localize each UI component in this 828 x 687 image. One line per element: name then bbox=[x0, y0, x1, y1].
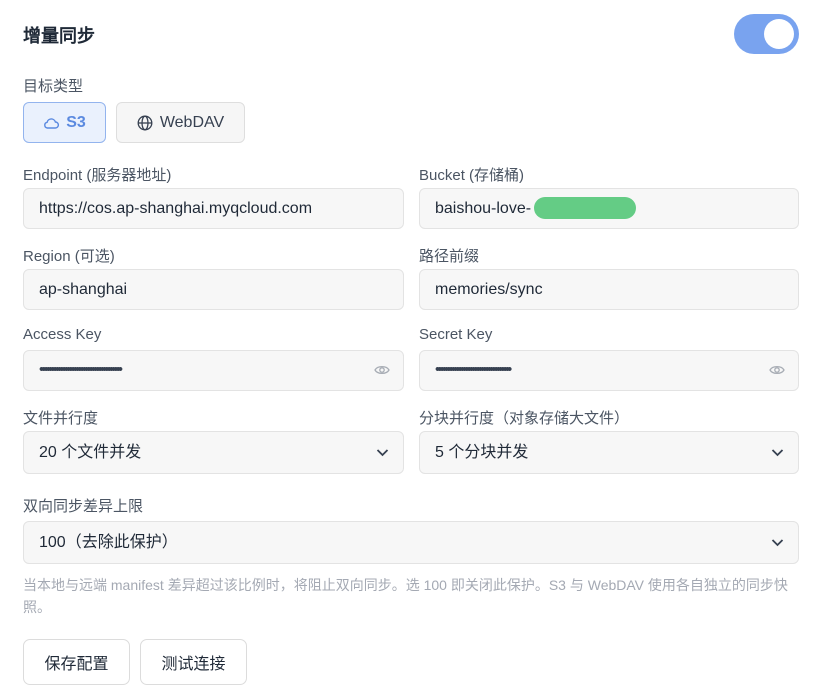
chevron-down-icon bbox=[771, 446, 784, 464]
bucket-input[interactable]: baishou-love- bbox=[419, 188, 799, 229]
endpoint-value: https://cos.ap-shanghai.myqcloud.com bbox=[39, 200, 313, 217]
chunk-concurrency-select[interactable]: 5 个分块并发 bbox=[419, 431, 799, 474]
chevron-down-icon bbox=[376, 446, 389, 464]
access-key-value: •••••••••••••••••••••••••••••••••••• bbox=[39, 361, 123, 378]
target-s3-button[interactable]: S3 bbox=[23, 102, 106, 143]
chunk-concurrency-label: 分块并行度（对象存储大文件） bbox=[419, 410, 630, 427]
target-webdav-button[interactable]: WebDAV bbox=[116, 102, 245, 143]
diff-limit-value: 100（去除此保护） bbox=[39, 534, 178, 551]
bucket-value: baishou-love- bbox=[435, 200, 532, 217]
diff-limit-label: 双向同步差异上限 bbox=[23, 498, 144, 515]
target-s3-label: S3 bbox=[66, 113, 86, 131]
section-title: 增量同步 bbox=[23, 26, 95, 46]
chunk-concurrency-value: 5 个分块并发 bbox=[435, 444, 529, 461]
secret-key-value: ••••••••••••••••••••••••••••••••• bbox=[435, 361, 512, 378]
access-key-input[interactable]: •••••••••••••••••••••••••••••••••••• bbox=[23, 350, 404, 391]
target-webdav-label: WebDAV bbox=[159, 113, 225, 131]
endpoint-label: Endpoint (服务器地址) bbox=[23, 167, 172, 184]
prefix-label: 路径前缀 bbox=[419, 248, 480, 265]
secret-key-input[interactable]: ••••••••••••••••••••••••••••••••• bbox=[419, 350, 799, 391]
toggle-knob bbox=[764, 19, 794, 49]
prefix-value: memories/sync bbox=[435, 281, 543, 298]
globe-icon bbox=[137, 115, 153, 131]
cloud-icon bbox=[43, 117, 60, 129]
file-concurrency-select[interactable]: 20 个文件并发 bbox=[23, 431, 404, 474]
access-key-label: Access Key bbox=[23, 326, 102, 343]
sync-toggle[interactable] bbox=[734, 14, 799, 54]
save-config-button[interactable]: 保存配置 bbox=[23, 639, 130, 685]
eye-icon[interactable] bbox=[769, 363, 785, 382]
bucket-label: Bucket (存储桶) bbox=[419, 167, 525, 184]
target-type-label: 目标类型 bbox=[23, 78, 84, 95]
region-value: ap-shanghai bbox=[39, 281, 128, 298]
file-concurrency-value: 20 个文件并发 bbox=[39, 444, 142, 461]
chevron-down-icon bbox=[771, 536, 784, 554]
region-input[interactable]: ap-shanghai bbox=[23, 269, 404, 310]
eye-icon[interactable] bbox=[374, 363, 390, 382]
prefix-input[interactable]: memories/sync bbox=[419, 269, 799, 310]
redaction-mark bbox=[534, 197, 636, 219]
diff-limit-select[interactable]: 100（去除此保护） bbox=[23, 521, 799, 564]
endpoint-input[interactable]: https://cos.ap-shanghai.myqcloud.com bbox=[23, 188, 404, 229]
secret-key-label: Secret Key bbox=[419, 326, 493, 343]
region-label: Region (可选) bbox=[23, 248, 115, 265]
diff-limit-hint: 当本地与远端 manifest 差异超过该比例时，将阻止双向同步。选 100 即… bbox=[23, 577, 788, 615]
file-concurrency-label: 文件并行度 bbox=[23, 410, 99, 427]
test-connection-button[interactable]: 测试连接 bbox=[140, 639, 247, 685]
